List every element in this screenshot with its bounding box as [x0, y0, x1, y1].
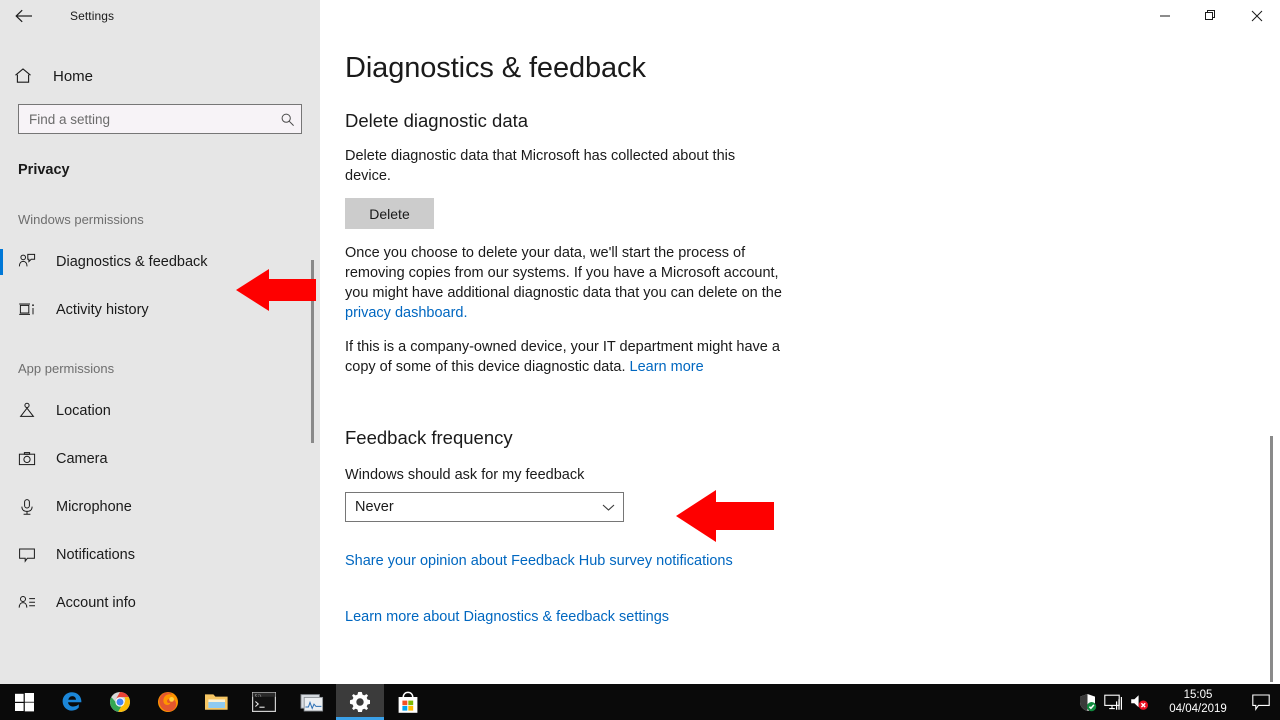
sidebar-item-label: Account info	[56, 595, 136, 611]
learn-more-link[interactable]: Learn more	[630, 359, 704, 375]
activity-history-icon	[18, 301, 42, 319]
sidebar-item-microphone[interactable]: Microphone	[0, 490, 320, 524]
delete-section-heading: Delete diagnostic data	[345, 110, 529, 131]
taskbar-firefox[interactable]	[144, 684, 192, 720]
delete-button[interactable]: Delete	[345, 198, 434, 229]
delete-section-description: Delete diagnostic data that Microsoft ha…	[345, 148, 736, 184]
back-button[interactable]	[0, 0, 48, 32]
sidebar-item-camera[interactable]: Camera	[0, 442, 320, 476]
taskbar-microsoft-store[interactable]	[384, 684, 432, 720]
window-title: Settings	[70, 9, 115, 23]
network-icon[interactable]	[1100, 684, 1126, 720]
restore-button[interactable]	[1188, 0, 1234, 32]
sidebar: Home Find a setting Privacy Windows perm…	[0, 32, 320, 684]
clock-date: 04/04/2019	[1169, 703, 1227, 715]
feedback-frequency-value: Never	[355, 499, 394, 515]
feedback-frequency-label: Windows should ask for my feedback	[345, 467, 585, 483]
sidebar-item-label: Location	[56, 403, 111, 419]
windows-security-icon[interactable]	[1074, 684, 1100, 720]
notifications-icon	[18, 546, 42, 564]
settings-window: Settings Home Find a setting Privacy Win…	[0, 0, 1280, 720]
main-content: Diagnostics & feedback Delete diagnostic…	[320, 32, 1280, 684]
sidebar-group-heading-app-permissions: App permissions	[18, 361, 115, 376]
title-bar: Settings	[0, 0, 1280, 32]
sidebar-item-home[interactable]: Home	[0, 56, 320, 96]
sidebar-scrollbar-thumb[interactable]	[311, 260, 314, 443]
sidebar-item-account-info[interactable]: Account info	[0, 586, 320, 620]
clock-time: 15:05	[1183, 689, 1213, 701]
taskbar: C:\ 15:05 04/04/2019	[0, 684, 1280, 720]
main-scrollbar-thumb[interactable]	[1270, 436, 1273, 682]
sidebar-item-diagnostics-feedback[interactable]: Diagnostics & feedback	[0, 245, 320, 279]
sidebar-item-label: Diagnostics & feedback	[56, 254, 208, 270]
share-opinion-row: Share your opinion about Feedback Hub su…	[345, 553, 1280, 569]
taskbar-spacer	[432, 684, 1074, 720]
volume-icon[interactable]	[1126, 684, 1152, 720]
feedback-frequency-dropdown[interactable]: Never	[345, 492, 624, 522]
page-title: Diagnostics & feedback	[345, 52, 646, 84]
sidebar-item-label: Microphone	[56, 499, 132, 515]
sidebar-home-label: Home	[53, 67, 94, 85]
camera-icon	[18, 450, 42, 468]
taskbar-file-explorer[interactable]	[192, 684, 240, 720]
sidebar-item-activity-history[interactable]: Activity history	[0, 293, 320, 327]
feedback-frequency-heading: Feedback frequency	[345, 427, 513, 448]
taskbar-command-prompt[interactable]: C:\	[240, 684, 288, 720]
title-bar-left: Settings	[0, 0, 320, 32]
microphone-icon	[18, 498, 42, 516]
system-tray: 15:05 04/04/2019	[1074, 684, 1280, 720]
privacy-dashboard-link[interactable]: privacy dashboard.	[345, 305, 468, 321]
account-info-icon	[18, 594, 42, 612]
search-icon[interactable]	[273, 112, 301, 127]
location-icon	[18, 402, 42, 420]
taskbar-settings[interactable]	[336, 684, 384, 720]
sidebar-item-label: Notifications	[56, 547, 135, 563]
search-input[interactable]: Find a setting	[18, 104, 302, 134]
diagnostics-feedback-icon	[18, 253, 42, 271]
sidebar-item-location[interactable]: Location	[0, 394, 320, 428]
diagnostics-settings-learn-more-link[interactable]: Learn more about Diagnostics & feedback …	[345, 609, 669, 625]
chevron-down-icon	[593, 503, 623, 512]
paragraph-1-text: Once you choose to delete your data, we'…	[345, 245, 782, 301]
share-opinion-link[interactable]: Share your opinion about Feedback Hub su…	[345, 553, 733, 569]
sidebar-item-notifications[interactable]: Notifications	[0, 538, 320, 572]
paragraph-2-text: If this is a company-owned device, your …	[345, 339, 780, 375]
delete-section-paragraph-1: Once you choose to delete your data, we'…	[345, 243, 797, 323]
taskbar-chrome[interactable]	[96, 684, 144, 720]
close-button[interactable]	[1234, 0, 1280, 32]
sidebar-group-heading-windows-permissions: Windows permissions	[18, 212, 144, 227]
svg-text:C:\: C:\	[255, 693, 262, 697]
start-button[interactable]	[0, 684, 48, 720]
taskbar-task-manager[interactable]	[288, 684, 336, 720]
sidebar-item-label: Camera	[56, 451, 108, 467]
sidebar-category-title: Privacy	[18, 162, 70, 178]
home-icon	[14, 67, 40, 85]
delete-section-paragraph-2: If this is a company-owned device, your …	[345, 337, 797, 377]
action-center-icon[interactable]	[1244, 684, 1278, 720]
minimize-button[interactable]	[1142, 0, 1188, 32]
sidebar-item-label: Activity history	[56, 302, 149, 318]
footer-link-row: Learn more about Diagnostics & feedback …	[345, 609, 1280, 625]
search-placeholder: Find a setting	[29, 111, 111, 127]
title-bar-right	[320, 0, 1280, 32]
taskbar-edge[interactable]	[48, 684, 96, 720]
taskbar-clock[interactable]: 15:05 04/04/2019	[1160, 684, 1236, 720]
